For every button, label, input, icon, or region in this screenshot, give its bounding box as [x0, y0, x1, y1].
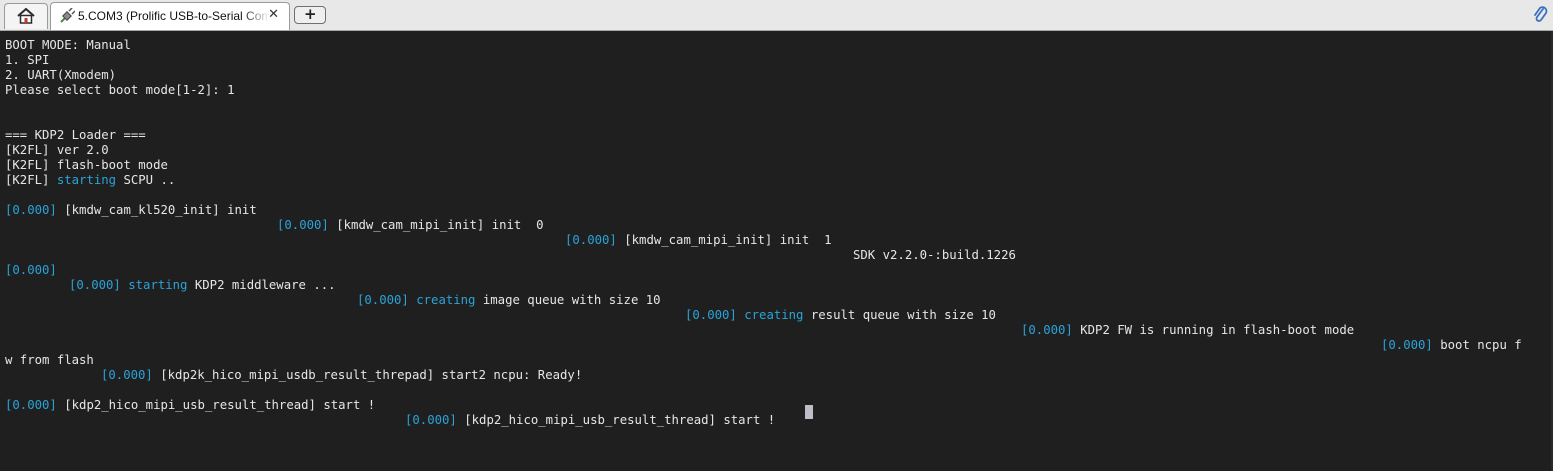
highlight-text: [0.000]	[1021, 323, 1073, 337]
highlight-text: [0.000]	[357, 293, 409, 307]
terminal-line: [0.000]	[5, 263, 57, 278]
terminal-line: SDK v2.2.0-:build.1226	[853, 248, 1016, 263]
line-text: result queue with size 10	[803, 308, 996, 322]
line-text: === KDP2 Loader ===	[5, 128, 146, 142]
line-text: [kdp2k_hico_mipi_usdb_result_threpad] st…	[152, 368, 583, 382]
home-icon	[17, 8, 35, 24]
plus-icon: +	[304, 5, 317, 23]
line-text: image queue with size 10	[475, 293, 661, 307]
terminal-line: [K2FL] starting SCPU ..	[5, 173, 175, 188]
highlight-text: [0.000]	[5, 203, 57, 217]
highlight-text: [0.000]	[565, 233, 617, 247]
terminal-line: [0.000] [kmdw_cam_mipi_init] init 1	[565, 233, 832, 248]
terminal-line: [0.000] [kmdw_cam_kl520_init] init	[5, 203, 257, 218]
terminal-cursor	[805, 405, 813, 419]
terminal-line: [0.000] KDP2 FW is running in flash-boot…	[1021, 323, 1354, 338]
close-tab-icon[interactable]: ✕	[268, 7, 279, 22]
terminal-line: [0.000] creating image queue with size 1…	[357, 293, 661, 308]
terminal-line: BOOT MODE: Manual	[5, 38, 131, 53]
line-text: [kmdw_cam_kl520_init] init	[56, 203, 257, 217]
line-text: KDP2 middleware ...	[187, 278, 336, 292]
terminal-line: [0.000] boot ncpu f	[1381, 338, 1522, 353]
highlight-text: creating	[744, 308, 804, 322]
terminal-line: [0.000] [kdp2_hico_mipi_usb_result_threa…	[405, 413, 775, 428]
highlight-text: starting	[128, 278, 188, 292]
terminal-line: [0.000] [kdp2k_hico_mipi_usdb_result_thr…	[101, 368, 582, 383]
terminal-line: [K2FL] ver 2.0	[5, 143, 109, 158]
tab-title: 5.COM3 (Prolific USB-to-Serial Comm Port…	[78, 9, 270, 23]
line-text: [kdp2_hico_mipi_usb_result_thread] start…	[456, 413, 776, 427]
line-text: KDP2 FW is running in flash-boot mode	[1072, 323, 1355, 337]
line-text: [K2FL] ver 2.0	[5, 143, 109, 157]
tab-bar: 5.COM3 (Prolific USB-to-Serial Comm Port…	[0, 0, 1553, 31]
terminal-line: === KDP2 Loader ===	[5, 128, 146, 143]
terminal-line: Please select boot mode[1-2]: 1	[5, 83, 235, 98]
highlight-text: [0.000]	[685, 308, 737, 322]
line-text: [kmdw_cam_mipi_init] init 1	[616, 233, 832, 247]
terminal-line: [0.000] [kmdw_cam_mipi_init] init 0	[277, 218, 544, 233]
line-text: BOOT MODE: Manual	[5, 38, 131, 52]
highlight-text: [0.000]	[405, 413, 457, 427]
highlight-text: [0.000]	[5, 398, 57, 412]
highlight-text: [0.000]	[5, 263, 57, 277]
terminal-output[interactable]: BOOT MODE: Manual 1. SPI 2. UART(Xmodem) Pl…	[0, 31, 1553, 471]
home-tab[interactable]	[4, 3, 48, 29]
highlight-text: [0.000]	[1381, 338, 1433, 352]
line-text: SCPU ..	[116, 173, 176, 187]
line-text: 1. SPI	[5, 53, 50, 67]
line-text: [kdp2_hico_mipi_usb_result_thread] start…	[56, 398, 376, 412]
highlight-text: [0.000]	[69, 278, 121, 292]
line-text: [K2FL] flash-boot mode	[5, 158, 168, 172]
tab-session-com3[interactable]: 5.COM3 (Prolific USB-to-Serial Comm Port…	[50, 2, 290, 30]
highlight-text: creating	[416, 293, 476, 307]
line-text: Please select boot mode[1-2]: 1	[5, 83, 235, 97]
line-text: SDK v2.2.0-:build.1226	[853, 248, 1016, 262]
new-tab-button[interactable]: +	[294, 5, 326, 24]
terminal-line: [0.000] creating result queue with size …	[685, 308, 996, 323]
highlight-text: [0.000]	[101, 368, 153, 382]
paperclip-icon[interactable]	[1532, 5, 1548, 23]
terminal-line: 1. SPI	[5, 53, 49, 68]
highlight-text: [0.000]	[277, 218, 329, 232]
terminal-line: 2. UART(Xmodem)	[5, 68, 116, 83]
line-text: boot ncpu f	[1432, 338, 1522, 352]
highlight-text: starting	[56, 173, 117, 187]
line-text: w from flash	[5, 353, 94, 367]
terminal-line: w from flash	[5, 353, 94, 368]
terminal-line: [0.000] [kdp2_hico_mipi_usb_result_threa…	[5, 398, 375, 413]
serial-plug-icon	[60, 8, 75, 23]
terminal-line: [K2FL] flash-boot mode	[5, 158, 168, 173]
line-text: [kmdw_cam_mipi_init] init 0	[328, 218, 544, 232]
terminal-line: [0.000] starting KDP2 middleware ...	[69, 278, 336, 293]
line-text: [K2FL]	[5, 173, 57, 187]
line-text: 2. UART(Xmodem)	[5, 68, 117, 82]
